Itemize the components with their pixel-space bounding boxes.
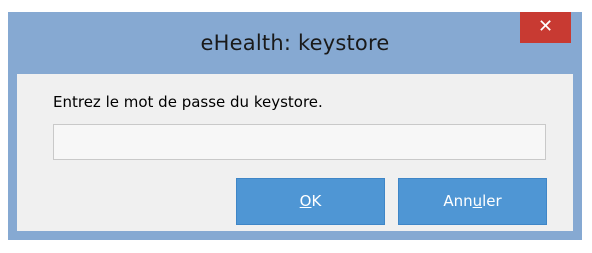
password-prompt-label: Entrez le mot de passe du keystore. — [53, 93, 323, 111]
title-bar[interactable]: eHealth: keystore ✕ — [8, 12, 582, 74]
ok-button[interactable]: OK — [236, 178, 385, 225]
cancel-button[interactable]: Annuler — [398, 178, 547, 225]
ok-button-label-rest: K — [311, 192, 322, 210]
dialog-window: eHealth: keystore ✕ Entrez le mot de pas… — [8, 12, 582, 240]
password-input[interactable] — [53, 124, 546, 160]
window-title: eHealth: keystore — [200, 31, 390, 55]
cancel-button-label-start: Ann — [443, 192, 473, 210]
cancel-button-label-end: ler — [482, 192, 502, 210]
close-button[interactable]: ✕ — [520, 12, 571, 43]
close-icon: ✕ — [537, 16, 554, 37]
cancel-button-mnemonic: u — [472, 192, 483, 210]
dialog-body: Entrez le mot de passe du keystore. OK A… — [17, 74, 573, 231]
ok-button-mnemonic: O — [299, 192, 312, 210]
